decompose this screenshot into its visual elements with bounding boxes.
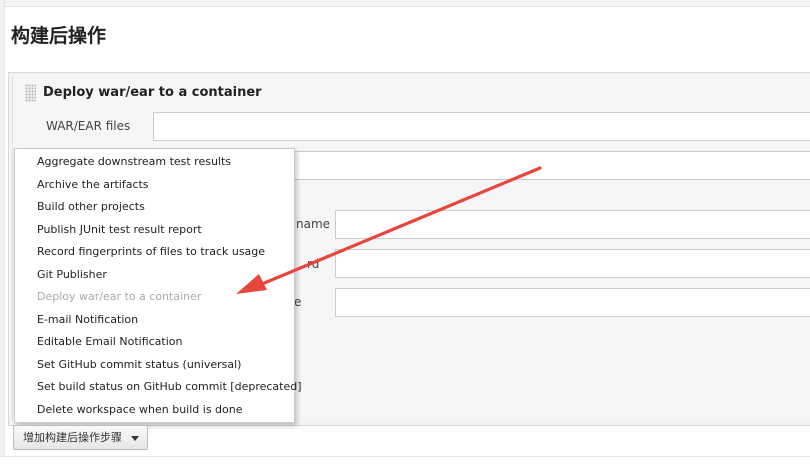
annotation-arrow <box>236 166 542 294</box>
annotation-arrow-shaft <box>260 166 542 286</box>
annotation-arrow-head-icon <box>236 274 267 294</box>
